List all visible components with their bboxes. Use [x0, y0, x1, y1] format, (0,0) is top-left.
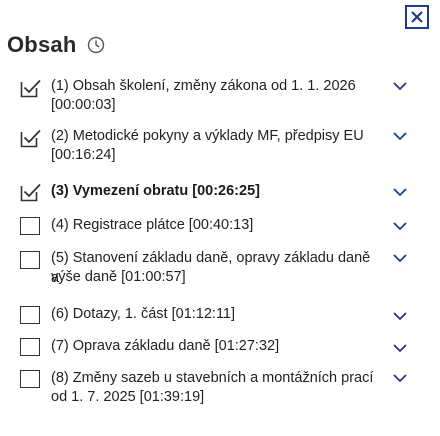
chapter-item-time: [00:16:24]: [51, 147, 116, 163]
chapter-item-6[interactable]: (6) Dotazy, 1. část [01:12:11]: [0, 302, 440, 326]
chapter-item-4[interactable]: (4) Registrace plátce [00:40:13]: [0, 214, 440, 238]
chapter-item-label: (1) Obsah školení, změny zákona od 1. 1.…: [51, 78, 356, 94]
checkmark-box-icon: [20, 129, 41, 148]
checkbox[interactable]: [20, 306, 40, 324]
chapter-item-label: (6) Dotazy, 1. část [01:12:11]: [51, 306, 236, 322]
chevron-down-icon[interactable]: [392, 372, 408, 384]
chapter-item-time: [00:00:03]: [51, 97, 116, 113]
chapter-item-3[interactable]: (3) Vymezení obratu [00:26:25]: [0, 180, 440, 204]
chevron-down-icon[interactable]: [392, 80, 408, 92]
chapter-item-2[interactable]: (2) Metodické pokyny a výklady MF, předp…: [0, 126, 440, 166]
chevron-down-icon[interactable]: [392, 252, 408, 264]
chevron-down-icon[interactable]: [392, 342, 408, 354]
chapter-item-time: výše daně [01:00:57]: [51, 269, 186, 285]
checkmark-box-icon: [20, 183, 41, 202]
checkbox[interactable]: [20, 217, 40, 235]
chapter-item-label: (4) Registrace plátce [00:40:13]: [51, 217, 254, 233]
chapter-item-1[interactable]: (1) Obsah školení, změny zákona od 1. 1.…: [0, 76, 440, 116]
chevron-down-icon[interactable]: [392, 130, 408, 142]
chapter-item-label: (7) Oprava základu daně [01:27:32]: [51, 338, 280, 354]
chapter-item-time: od 1. 7. 2025 [01:39:19]: [51, 389, 205, 405]
chapter-item-7[interactable]: (7) Oprava základu daně [01:27:32]: [0, 334, 440, 358]
checkbox[interactable]: [20, 370, 40, 388]
page-title: Obsah: [7, 32, 77, 57]
chapter-item-label: (3) Vymezení obratu [00:26:25]: [51, 183, 260, 199]
chapter-item-label: (8) Změny sazeb u stavebních a montážníc…: [51, 370, 374, 386]
chapter-item-label: (2) Metodické pokyny a výklady MF, předp…: [51, 128, 364, 144]
chapter-item-5[interactable]: (5) Stanovení základu daně, opravy zákla…: [0, 246, 440, 290]
chevron-down-icon[interactable]: [392, 186, 408, 198]
close-icon: [405, 5, 429, 29]
checkbox[interactable]: [20, 251, 40, 269]
chapter-item-8[interactable]: (8) Změny sazeb u stavebních a montážníc…: [0, 366, 440, 410]
checkbox[interactable]: [20, 338, 40, 356]
clock-icon: [86, 35, 106, 55]
page-header: Obsah: [7, 30, 106, 60]
checkmark-box-icon: [20, 79, 41, 98]
close-button[interactable]: [403, 0, 431, 34]
chevron-down-icon[interactable]: [392, 220, 408, 232]
chevron-down-icon[interactable]: [392, 310, 408, 322]
